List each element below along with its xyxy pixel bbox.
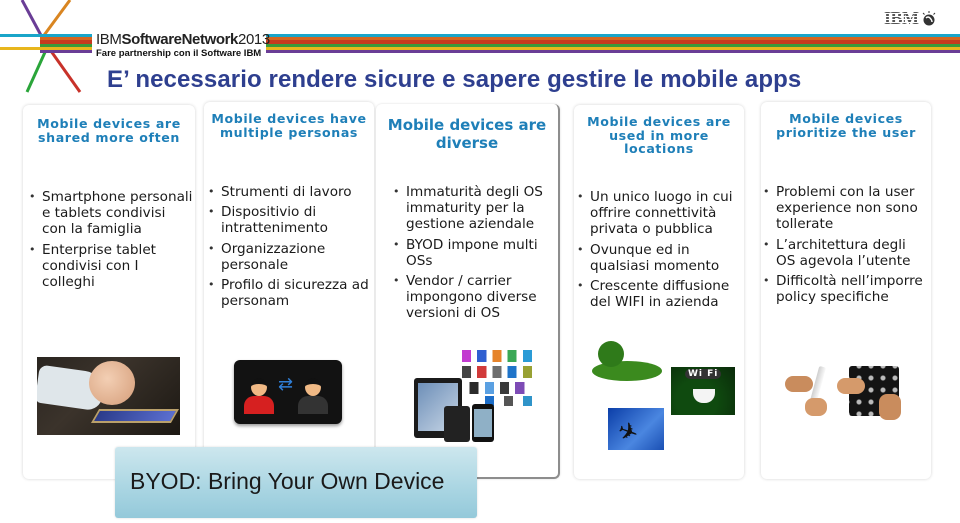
card-more-locations: Mobile devices are used in more location…	[574, 105, 744, 479]
bullet-item: Profilo di sicurezza ad personam	[207, 277, 373, 309]
bullet-list: Smartphone personali e tablets condivisi…	[28, 189, 194, 294]
star-stroke-green	[25, 49, 48, 93]
bullet-list: Un unico luogo in cui offrire connettivi…	[576, 189, 742, 314]
card-heading: Mobile devices prioritize the user	[776, 111, 916, 140]
bullet-item: Enterprise tablet condivisi con I colleg…	[28, 242, 194, 291]
card-heading: Mobile devices are diverse	[387, 116, 547, 152]
star-stroke-orange	[40, 0, 72, 39]
airplane-map-image: ✈	[608, 408, 664, 450]
persona-icon	[244, 378, 274, 416]
bullet-item: BYOD impone multi OSs	[392, 237, 558, 269]
card-multiple-personas: Mobile devices have multiple personas St…	[204, 102, 374, 482]
bullet-item: L’architettura degli OS agevola l’utente	[762, 237, 928, 269]
bullet-item: Organizzazione personale	[207, 241, 373, 273]
bullet-item: Vendor / carrier impongono diverse versi…	[392, 273, 558, 322]
app-icons-cloud	[462, 350, 538, 406]
bullet-list: Immaturità degli OS immaturity per la ge…	[392, 184, 558, 326]
ibm-wordmark: IBM	[884, 8, 919, 28]
card-prioritize-user: Mobile devices prioritize the user Probl…	[761, 102, 931, 479]
bullet-item: Dispositivio di intrattenimento	[207, 204, 373, 236]
persona-icon	[298, 378, 328, 416]
wifi-coffee-image: Wi Fi	[671, 367, 735, 415]
card-heading: Mobile devices are used in more location…	[587, 114, 731, 156]
bullet-list: Strumenti di lavoro Dispositivio di intr…	[207, 184, 373, 313]
bullet-item: Immaturità degli OS immaturity per la ge…	[392, 184, 558, 233]
bullet-item: Strumenti di lavoro	[207, 184, 373, 200]
card-shared-devices: Mobile devices are shared more often Sma…	[23, 105, 195, 479]
brand-block: IBMSoftwareNetwork2013 Fare partnership …	[96, 31, 270, 60]
swap-arrows-icon: ⇄	[278, 374, 294, 395]
ibm-logo: IBM	[884, 8, 937, 29]
brand-title: IBMSoftwareNetwork2013	[96, 31, 270, 48]
baby-using-tablet-photo	[37, 357, 180, 435]
devices-and-app-icons-illustration	[412, 350, 542, 448]
bullet-item: Smartphone personali e tablets condivisi…	[28, 189, 194, 238]
card-diverse-devices: Mobile devices are diverse Immaturità de…	[376, 104, 560, 479]
header-stripes-inner	[40, 34, 92, 54]
byod-banner: BYOD: Bring Your Own Device	[115, 447, 477, 518]
coffee-cup-icon	[693, 389, 715, 403]
page-title: E’ necessario rendere sicure e sapere ge…	[107, 66, 802, 93]
card-heading: Mobile devices are shared more often	[37, 116, 181, 145]
smartphone-device	[472, 404, 494, 442]
bullet-list: Problemi con la user experience non sono…	[762, 184, 928, 309]
bullet-item: Crescente diffusione del WIFI in azienda	[576, 278, 742, 310]
bullet-item: Difficoltà nell’imporre policy specifich…	[762, 273, 928, 305]
park-bench-illustration	[592, 339, 662, 383]
brand-tagline: Fare partnership con il Software IBM	[96, 48, 262, 59]
airplane-icon: ✈	[613, 415, 643, 449]
bullet-item: Problemi con la user experience non sono…	[762, 184, 928, 233]
smarter-planet-globe-icon	[922, 10, 935, 25]
bullet-item: Ovunque ed in qualsiasi momento	[576, 242, 742, 274]
header-stripes-right	[266, 34, 960, 54]
wifi-label: Wi Fi	[685, 369, 722, 379]
bullet-item: Un unico luogo in cui offrire connettivi…	[576, 189, 742, 238]
hands-using-tablets-photo	[785, 364, 905, 420]
tablet-two-personas-illustration: ⇄	[234, 360, 342, 424]
blackberry-device	[444, 406, 470, 442]
card-heading: Mobile devices have multiple personas	[211, 111, 367, 140]
